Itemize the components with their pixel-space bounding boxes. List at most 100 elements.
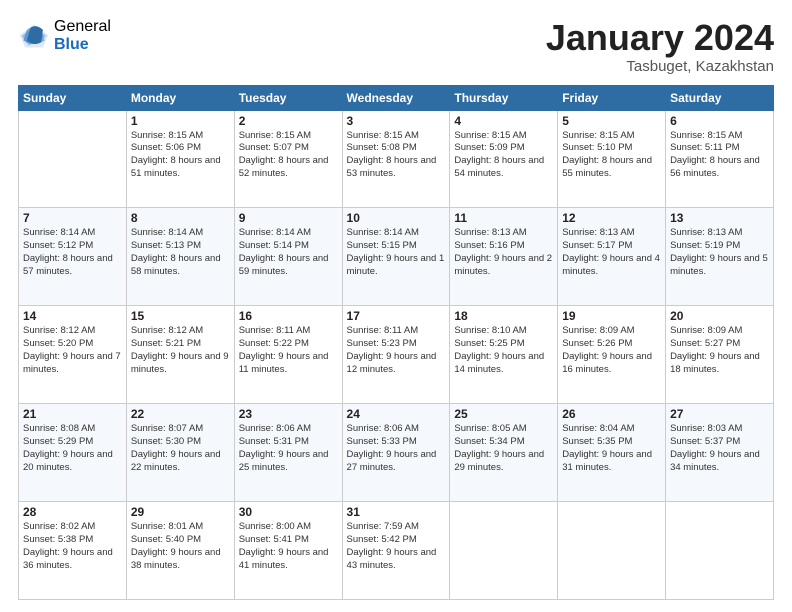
- title-block: January 2024 Tasbuget, Kazakhstan: [546, 18, 774, 75]
- table-row: [19, 110, 127, 208]
- day-info: Sunrise: 8:12 AMSunset: 5:21 PMDaylight:…: [131, 325, 230, 376]
- day-number: 1: [131, 114, 230, 128]
- calendar-week-row: 7 Sunrise: 8:14 AMSunset: 5:12 PMDaylight…: [19, 208, 774, 306]
- day-number: 22: [131, 407, 230, 421]
- day-number: 13: [670, 211, 769, 225]
- day-info: Sunrise: 7:59 AMSunset: 5:42 PMDaylight:…: [347, 521, 446, 572]
- day-number: 15: [131, 309, 230, 323]
- day-info: Sunrise: 8:11 AMSunset: 5:23 PMDaylight:…: [347, 325, 446, 376]
- day-info: Sunrise: 8:10 AMSunset: 5:25 PMDaylight:…: [454, 325, 553, 376]
- table-row: 9Sunrise: 8:14 AMSunset: 5:14 PMDaylight…: [234, 208, 342, 306]
- table-row: 31 Sunrise: 7:59 AMSunset: 5:42 PMDayligh…: [342, 502, 450, 600]
- day-number: 14: [23, 309, 122, 323]
- header-saturday: Saturday: [666, 85, 774, 110]
- day-number: 31: [347, 505, 446, 519]
- logo-blue: Blue: [54, 36, 111, 54]
- day-info: Sunrise: 8:12 AMSunset: 5:20 PMDaylight:…: [23, 325, 122, 376]
- day-info: Sunrise: 8:04 AMSunset: 5:35 PMDaylight:…: [562, 423, 661, 474]
- day-number: 19: [562, 309, 661, 323]
- day-number: 12: [562, 211, 661, 225]
- table-row: 5Sunrise: 8:15 AMSunset: 5:10 PMDaylight…: [558, 110, 666, 208]
- day-number: 6: [670, 114, 769, 128]
- day-info: Sunrise: 8:15 AMSunset: 5:11 PMDaylight:…: [670, 130, 769, 181]
- day-info: Sunrise: 8:03 AMSunset: 5:37 PMDaylight:…: [670, 423, 769, 474]
- logo: General Blue: [18, 18, 111, 53]
- day-number: 3: [347, 114, 446, 128]
- calendar-week-row: 21Sunrise: 8:08 AMSunset: 5:29 PMDayligh…: [19, 404, 774, 502]
- table-row: 30 Sunrise: 8:00 AMSunset: 5:41 PMDayligh…: [234, 502, 342, 600]
- day-info: Sunrise: 8:14 AMSunset: 5:12 PMDaylight:…: [23, 227, 122, 278]
- table-row: 26 Sunrise: 8:04 AMSunset: 5:35 PMDayligh…: [558, 404, 666, 502]
- calendar-week-row: 1 Sunrise: 8:15 AMSunset: 5:06 PMDaylight…: [19, 110, 774, 208]
- calendar-location: Tasbuget, Kazakhstan: [546, 58, 774, 75]
- table-row: 17 Sunrise: 8:11 AMSunset: 5:23 PMDayligh…: [342, 306, 450, 404]
- day-info: Sunrise: 8:13 AMSunset: 5:16 PMDaylight:…: [454, 227, 553, 278]
- header-wednesday: Wednesday: [342, 85, 450, 110]
- table-row: 19 Sunrise: 8:09 AMSunset: 5:26 PMDayligh…: [558, 306, 666, 404]
- table-row: 23 Sunrise: 8:06 AMSunset: 5:31 PMDayligh…: [234, 404, 342, 502]
- table-row: 16Sunrise: 8:11 AMSunset: 5:22 PMDayligh…: [234, 306, 342, 404]
- logo-icon: [18, 22, 50, 50]
- day-number: 16: [239, 309, 338, 323]
- day-info: Sunrise: 8:14 AMSunset: 5:15 PMDaylight:…: [347, 227, 446, 278]
- day-info: Sunrise: 8:15 AMSunset: 5:06 PMDaylight:…: [131, 130, 230, 181]
- header-monday: Monday: [126, 85, 234, 110]
- day-number: 27: [670, 407, 769, 421]
- day-number: 26: [562, 407, 661, 421]
- calendar-week-row: 14 Sunrise: 8:12 AMSunset: 5:20 PMDayligh…: [19, 306, 774, 404]
- day-number: 17: [347, 309, 446, 323]
- table-row: 7 Sunrise: 8:14 AMSunset: 5:12 PMDaylight…: [19, 208, 127, 306]
- day-number: 30: [239, 505, 338, 519]
- table-row: 15 Sunrise: 8:12 AMSunset: 5:21 PMDayligh…: [126, 306, 234, 404]
- table-row: 18 Sunrise: 8:10 AMSunset: 5:25 PMDayligh…: [450, 306, 558, 404]
- table-row: 29 Sunrise: 8:01 AMSunset: 5:40 PMDayligh…: [126, 502, 234, 600]
- table-row: 21Sunrise: 8:08 AMSunset: 5:29 PMDayligh…: [19, 404, 127, 502]
- table-row: 1 Sunrise: 8:15 AMSunset: 5:06 PMDaylight…: [126, 110, 234, 208]
- day-number: 25: [454, 407, 553, 421]
- day-info: Sunrise: 8:01 AMSunset: 5:40 PMDaylight:…: [131, 521, 230, 572]
- header-thursday: Thursday: [450, 85, 558, 110]
- table-row: 28 Sunrise: 8:02 AMSunset: 5:38 PMDayligh…: [19, 502, 127, 600]
- day-info: Sunrise: 8:15 AMSunset: 5:08 PMDaylight:…: [347, 130, 446, 181]
- day-info: Sunrise: 8:02 AMSunset: 5:38 PMDaylight:…: [23, 521, 122, 572]
- day-number: 29: [131, 505, 230, 519]
- table-row: 2Sunrise: 8:15 AMSunset: 5:07 PMDaylight…: [234, 110, 342, 208]
- table-row: 24Sunrise: 8:06 AMSunset: 5:33 PMDayligh…: [342, 404, 450, 502]
- header-friday: Friday: [558, 85, 666, 110]
- table-row: 27 Sunrise: 8:03 AMSunset: 5:37 PMDayligh…: [666, 404, 774, 502]
- day-number: 7: [23, 211, 122, 225]
- day-number: 20: [670, 309, 769, 323]
- table-row: 10 Sunrise: 8:14 AMSunset: 5:15 PMDayligh…: [342, 208, 450, 306]
- day-info: Sunrise: 8:08 AMSunset: 5:29 PMDaylight:…: [23, 423, 122, 474]
- header-tuesday: Tuesday: [234, 85, 342, 110]
- day-info: Sunrise: 8:05 AMSunset: 5:34 PMDaylight:…: [454, 423, 553, 474]
- table-row: 14 Sunrise: 8:12 AMSunset: 5:20 PMDayligh…: [19, 306, 127, 404]
- table-row: 4Sunrise: 8:15 AMSunset: 5:09 PMDaylight…: [450, 110, 558, 208]
- day-info: Sunrise: 8:00 AMSunset: 5:41 PMDaylight:…: [239, 521, 338, 572]
- page-header: General Blue January 2024 Tasbuget, Kaza…: [18, 18, 774, 75]
- day-number: 18: [454, 309, 553, 323]
- logo-general: General: [54, 18, 111, 36]
- table-row: 13Sunrise: 8:13 AMSunset: 5:19 PMDayligh…: [666, 208, 774, 306]
- day-info: Sunrise: 8:06 AMSunset: 5:31 PMDaylight:…: [239, 423, 338, 474]
- logo-text: General Blue: [54, 18, 111, 53]
- day-info: Sunrise: 8:07 AMSunset: 5:30 PMDaylight:…: [131, 423, 230, 474]
- day-number: 10: [347, 211, 446, 225]
- day-info: Sunrise: 8:13 AMSunset: 5:17 PMDaylight:…: [562, 227, 661, 278]
- day-number: 23: [239, 407, 338, 421]
- day-info: Sunrise: 8:15 AMSunset: 5:09 PMDaylight:…: [454, 130, 553, 181]
- day-number: 28: [23, 505, 122, 519]
- day-number: 9: [239, 211, 338, 225]
- table-row: 6 Sunrise: 8:15 AMSunset: 5:11 PMDaylight…: [666, 110, 774, 208]
- day-info: Sunrise: 8:09 AMSunset: 5:27 PMDaylight:…: [670, 325, 769, 376]
- table-row: 20 Sunrise: 8:09 AMSunset: 5:27 PMDayligh…: [666, 306, 774, 404]
- day-number: 24: [347, 407, 446, 421]
- table-row: 12 Sunrise: 8:13 AMSunset: 5:17 PMDayligh…: [558, 208, 666, 306]
- table-row: [558, 502, 666, 600]
- day-info: Sunrise: 8:09 AMSunset: 5:26 PMDaylight:…: [562, 325, 661, 376]
- calendar-week-row: 28 Sunrise: 8:02 AMSunset: 5:38 PMDayligh…: [19, 502, 774, 600]
- weekday-header-row: Sunday Monday Tuesday Wednesday Thursday…: [19, 85, 774, 110]
- calendar-table: Sunday Monday Tuesday Wednesday Thursday…: [18, 85, 774, 600]
- day-number: 5: [562, 114, 661, 128]
- table-row: 11Sunrise: 8:13 AMSunset: 5:16 PMDayligh…: [450, 208, 558, 306]
